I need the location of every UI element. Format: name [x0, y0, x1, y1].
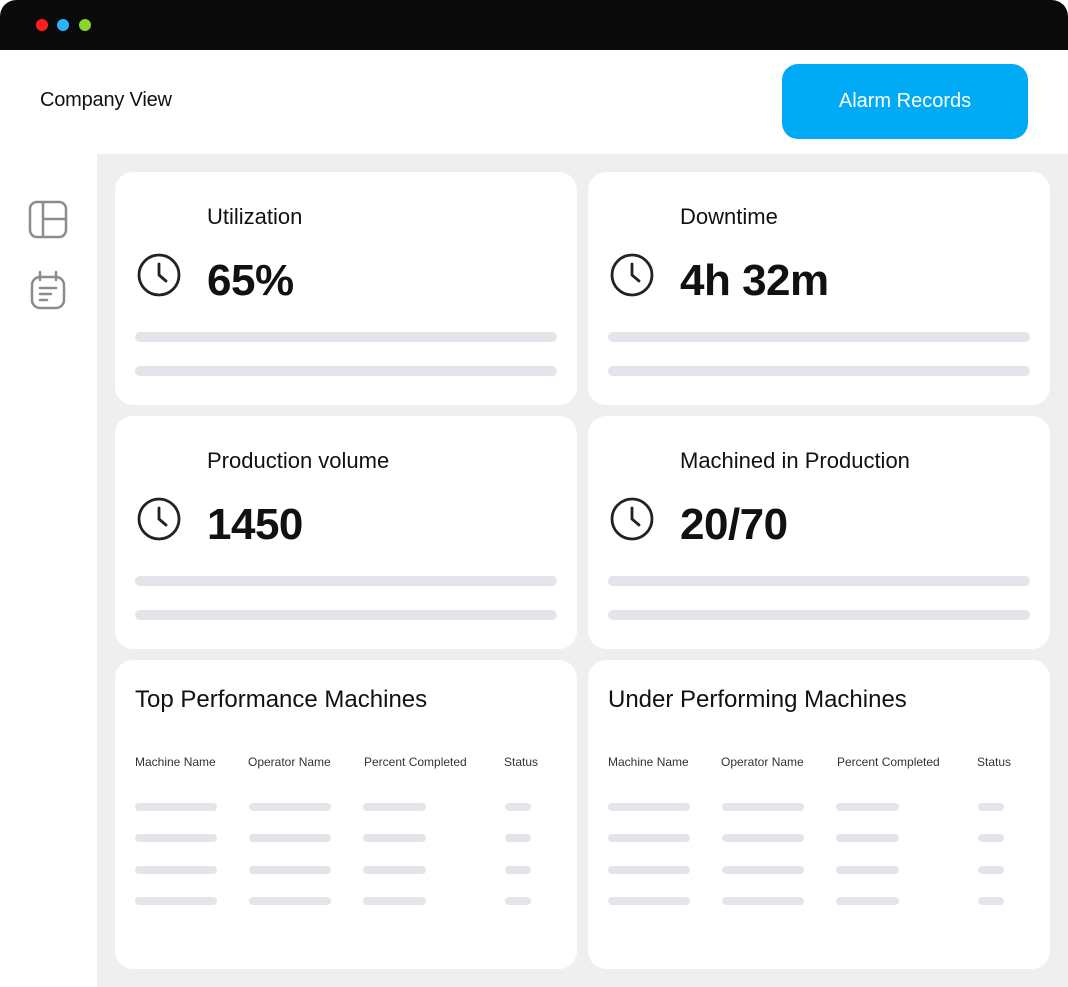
placeholder-cell [836, 866, 899, 874]
column-header-status[interactable]: Status [977, 755, 1011, 769]
stat-card-production-volume[interactable]: Production volume 1450 [115, 416, 577, 649]
close-window-dot[interactable] [36, 19, 48, 31]
placeholder-cell [722, 866, 804, 874]
placeholder-bar [135, 610, 557, 620]
stat-value: 20/70 [680, 500, 788, 549]
placeholder-cell [249, 897, 331, 905]
placeholder-cell [135, 866, 217, 874]
calendar-notes-icon[interactable] [28, 270, 68, 310]
placeholder-cell [135, 897, 217, 905]
placeholder-cell [608, 897, 690, 905]
placeholder-cell [505, 803, 531, 811]
page-title: Company View [40, 89, 172, 111]
placeholder-cell [249, 803, 331, 811]
placeholder-cell [978, 803, 1004, 811]
placeholder-cell [249, 866, 331, 874]
stat-value: 1450 [207, 500, 303, 549]
placeholder-bar [608, 610, 1030, 620]
placeholder-cell [978, 897, 1004, 905]
column-header-operator-name[interactable]: Operator Name [248, 755, 331, 769]
placeholder-cell [722, 803, 804, 811]
stat-card-utilization[interactable]: Utilization 65% [115, 172, 577, 405]
placeholder-bar [135, 366, 557, 376]
placeholder-cell [249, 834, 331, 842]
alarm-records-button[interactable]: Alarm Records [782, 64, 1028, 139]
table-title: Under Performing Machines [608, 686, 907, 713]
placeholder-bar [608, 576, 1030, 586]
app-window: Company View Alarm Records Utilization 6… [0, 0, 1068, 987]
stat-label: Production volume [207, 448, 390, 473]
stat-value: 65% [207, 256, 294, 305]
placeholder-cell [978, 866, 1004, 874]
placeholder-cell [363, 866, 426, 874]
placeholder-cell [608, 866, 690, 874]
column-header-status[interactable]: Status [504, 755, 538, 769]
table-title: Top Performance Machines [135, 686, 428, 713]
placeholder-bar [135, 576, 557, 586]
stat-label: Downtime [680, 204, 778, 229]
clock-icon [610, 253, 654, 297]
maximize-window-dot[interactable] [79, 19, 91, 31]
placeholder-cell [836, 803, 899, 811]
placeholder-cell [363, 803, 426, 811]
placeholder-cell [363, 834, 426, 842]
table-card-under-performing: Under Performing Machines Machine Name O… [588, 660, 1050, 969]
clock-icon [137, 497, 181, 541]
placeholder-cell [608, 803, 690, 811]
placeholder-cell [722, 834, 804, 842]
clock-icon [610, 497, 654, 541]
placeholder-cell [836, 897, 899, 905]
placeholder-cell [505, 834, 531, 842]
table-card-top-performance: Top Performance Machines Machine Name Op… [115, 660, 577, 969]
placeholder-cell [363, 897, 426, 905]
placeholder-bar [135, 332, 557, 342]
title-bar [0, 0, 1068, 50]
placeholder-cell [135, 803, 217, 811]
placeholder-cell [505, 866, 531, 874]
placeholder-cell [608, 834, 690, 842]
stat-card-downtime[interactable]: Downtime 4h 32m [588, 172, 1050, 405]
clock-icon [137, 253, 181, 297]
placeholder-bar [608, 366, 1030, 376]
layout-dashboard-icon[interactable] [28, 199, 68, 239]
stat-label: Machined in Production [680, 448, 910, 473]
column-header-percent-completed[interactable]: Percent Completed [837, 755, 940, 769]
placeholder-cell [505, 897, 531, 905]
column-header-machine-name[interactable]: Machine Name [135, 755, 216, 769]
placeholder-cell [836, 834, 899, 842]
column-header-percent-completed[interactable]: Percent Completed [364, 755, 467, 769]
stat-card-machined-in-production[interactable]: Machined in Production 20/70 [588, 416, 1050, 649]
column-header-operator-name[interactable]: Operator Name [721, 755, 804, 769]
placeholder-bar [608, 332, 1030, 342]
minimize-window-dot[interactable] [57, 19, 69, 31]
placeholder-cell [722, 897, 804, 905]
placeholder-cell [135, 834, 217, 842]
dashboard-main: Utilization 65% Downtime 4h 32m Producti… [97, 154, 1068, 987]
placeholder-cell [978, 834, 1004, 842]
column-header-machine-name[interactable]: Machine Name [608, 755, 689, 769]
stat-value: 4h 32m [680, 256, 829, 305]
stat-label: Utilization [207, 204, 303, 229]
